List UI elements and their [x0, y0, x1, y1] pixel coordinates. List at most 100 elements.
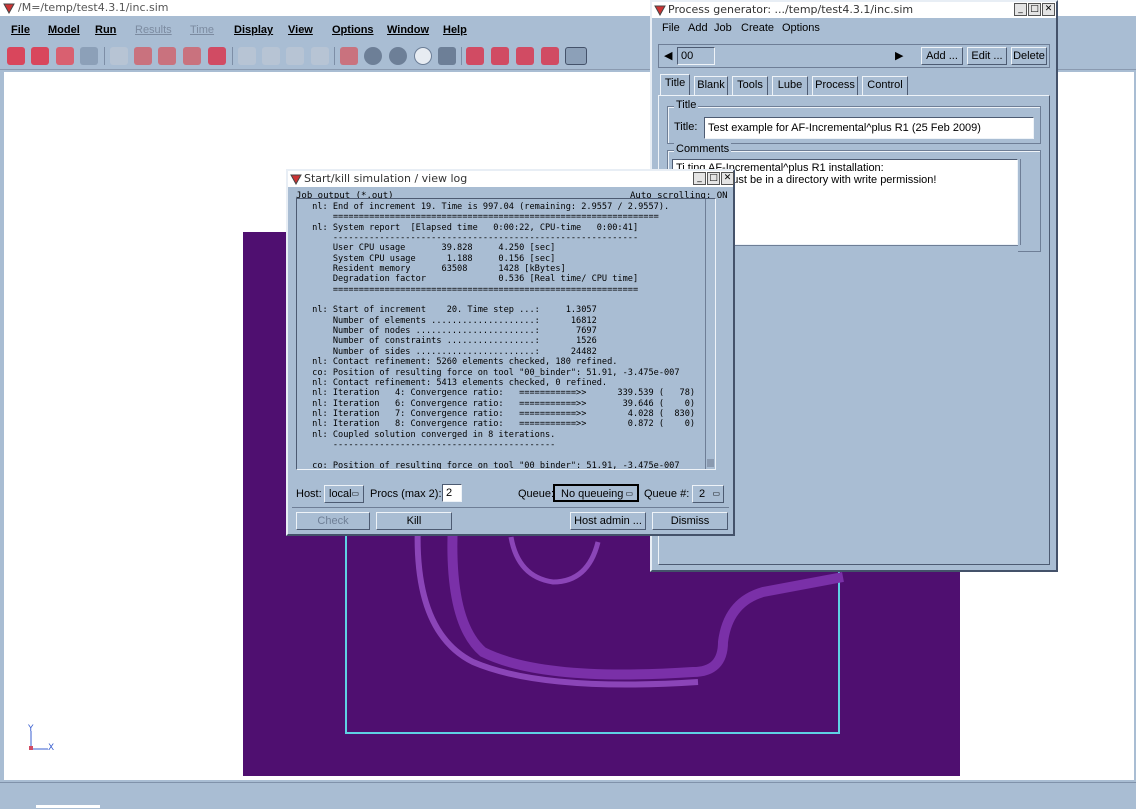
comments-vertical-scrollbar[interactable]: [1020, 159, 1033, 245]
host-select[interactable]: local ▭: [324, 485, 364, 503]
menu-options[interactable]: Options: [332, 24, 374, 36]
toolbar-separator: [334, 47, 335, 65]
toolbar-separator: [104, 47, 105, 65]
queue-select[interactable]: No queueing ▭: [553, 484, 639, 502]
toolbar-disabled-icon[interactable]: [311, 47, 329, 65]
chevron-down-icon: ▭: [351, 489, 359, 498]
menu-window[interactable]: Window: [387, 24, 429, 36]
menu-file[interactable]: File: [11, 24, 30, 36]
log-line: nl: System report [Elapsed time 0:00:22,…: [307, 222, 639, 233]
toolbar-axes-icon[interactable]: [466, 47, 484, 65]
close-icon[interactable]: ✕: [1042, 3, 1055, 16]
toolbar-zoom-icon[interactable]: [491, 47, 509, 65]
menu-help[interactable]: Help: [443, 24, 467, 36]
process-index-field[interactable]: 00: [677, 47, 715, 65]
check-button[interactable]: Check: [296, 512, 370, 530]
log-line: Degradation factor 0.536 [Real time/ CPU…: [307, 274, 639, 285]
pg-menu-add[interactable]: Add: [688, 22, 708, 34]
log-line: ----------------------------------------…: [307, 233, 639, 244]
dismiss-button[interactable]: Dismiss: [652, 512, 728, 530]
log-output[interactable]: nl: End of increment 19. Time is 997.04 …: [296, 198, 716, 470]
toolbar-wire-sphere-icon[interactable]: [389, 47, 407, 65]
pg-menu-file[interactable]: File: [662, 22, 680, 34]
menu-run[interactable]: Run: [95, 24, 116, 36]
toolbar-rotate-icon[interactable]: [541, 47, 559, 65]
menu-time[interactable]: Time: [190, 24, 214, 36]
procs-input[interactable]: 2: [442, 484, 462, 502]
queue-number-select[interactable]: 2 ▭: [692, 485, 724, 503]
pg-menu-job[interactable]: Job: [714, 22, 732, 34]
toolbar-disabled-icon[interactable]: [238, 47, 256, 65]
title-input[interactable]: Test example for AF-Incremental^plus R1 …: [704, 117, 1034, 139]
queue-value: No queueing: [561, 488, 624, 500]
toolbar-die-icon[interactable]: [158, 47, 176, 65]
tab-lube[interactable]: Lube: [772, 76, 808, 95]
edit-button[interactable]: Edit ...: [967, 47, 1007, 65]
main-window-title: /M=/temp/test4.3.1/inc.sim: [18, 1, 169, 14]
app-logo-icon: [654, 5, 666, 16]
toolbar-circle-icon[interactable]: [414, 47, 432, 65]
log-line: ========================================…: [307, 212, 659, 223]
queue-number-value: 2: [699, 488, 706, 500]
log-scroll-thumb[interactable]: [707, 459, 714, 467]
app-logo-icon: [290, 174, 302, 185]
toolbar-save-icon[interactable]: [31, 47, 49, 65]
queue-label: Queue:: [518, 488, 555, 500]
maximize-icon[interactable]: □: [1028, 3, 1041, 16]
toolbar-view-icon[interactable]: [438, 47, 456, 65]
pg-menu-options[interactable]: Options: [782, 22, 820, 34]
toolbar-mesh-icon[interactable]: [56, 47, 74, 65]
add-button[interactable]: Add ...: [921, 47, 963, 65]
toolbar-graph-icon[interactable]: [208, 47, 226, 65]
log-line: Number of elements ....................:…: [307, 315, 597, 326]
maximize-icon[interactable]: □: [707, 172, 720, 185]
toolbar-pan-icon[interactable]: [516, 47, 534, 65]
log-line: Number of nodes .......................:…: [307, 326, 597, 337]
tab-title[interactable]: Title: [660, 74, 690, 96]
menu-model[interactable]: Model: [48, 24, 80, 36]
toolbar-blank-icon[interactable]: [134, 47, 152, 65]
toolbar-fit-icon[interactable]: [565, 47, 587, 65]
toolbar-disabled-icon[interactable]: [262, 47, 280, 65]
pg-menu-create[interactable]: Create: [741, 22, 774, 34]
host-admin-button[interactable]: Host admin ...: [570, 512, 646, 530]
menu-results[interactable]: Results: [135, 24, 172, 36]
toolbar-open-icon[interactable]: [7, 47, 25, 65]
menu-display[interactable]: Display: [234, 24, 273, 36]
toolbar-disabled-icon[interactable]: [286, 47, 304, 65]
log-line: User CPU usage 39.828 4.250 [sec]: [307, 243, 556, 254]
host-label: Host:: [296, 488, 322, 500]
process-dialog-titlebar: Process generator: .../temp/test4.3.1/in…: [652, 2, 1056, 18]
title-group: Title Title: Test example for AF-Increme…: [667, 99, 1041, 144]
toolbar-disabled-icon[interactable]: [110, 47, 128, 65]
process-nav-bar: ◀ 00 ▶ Add ... Edit ... Delete: [658, 44, 1050, 68]
log-line: Resident memory 63508 1428 [kBytes]: [307, 264, 566, 275]
kill-button[interactable]: Kill: [376, 512, 452, 530]
comments-group-label: Comments: [674, 143, 732, 155]
minimize-icon[interactable]: _: [693, 172, 706, 185]
prev-arrow-icon[interactable]: ◀: [664, 49, 672, 62]
log-line: Number of constraints .................:…: [307, 336, 597, 347]
tab-process[interactable]: Process: [812, 76, 858, 95]
tab-blank[interactable]: Blank: [694, 76, 728, 95]
tab-control[interactable]: Control: [862, 76, 908, 95]
axis-triad: Y X: [26, 724, 58, 754]
app-logo-icon: [3, 3, 15, 14]
process-dialog-title: Process generator: .../temp/test4.3.1/in…: [668, 3, 914, 16]
axis-x-label: X: [48, 743, 55, 753]
chevron-down-icon: ▭: [712, 489, 720, 498]
toolbar-sphere-icon[interactable]: [364, 47, 382, 65]
log-line: nl: Iteration 7: Convergence ratio: ====…: [307, 408, 696, 419]
toolbar-punch-icon[interactable]: [183, 47, 201, 65]
tab-tools[interactable]: Tools: [732, 76, 768, 95]
hole-contour: [508, 536, 601, 585]
log-line: Number of sides .......................:…: [307, 346, 597, 357]
minimize-icon[interactable]: _: [1014, 3, 1027, 16]
close-icon[interactable]: ✕: [721, 172, 734, 185]
delete-button[interactable]: Delete: [1011, 47, 1047, 65]
log-vertical-scrollbar[interactable]: [705, 199, 715, 469]
menu-view[interactable]: View: [288, 24, 313, 36]
toolbar-render-icon[interactable]: [340, 47, 358, 65]
next-arrow-icon[interactable]: ▶: [895, 49, 903, 62]
toolbar-tools-icon[interactable]: [80, 47, 98, 65]
